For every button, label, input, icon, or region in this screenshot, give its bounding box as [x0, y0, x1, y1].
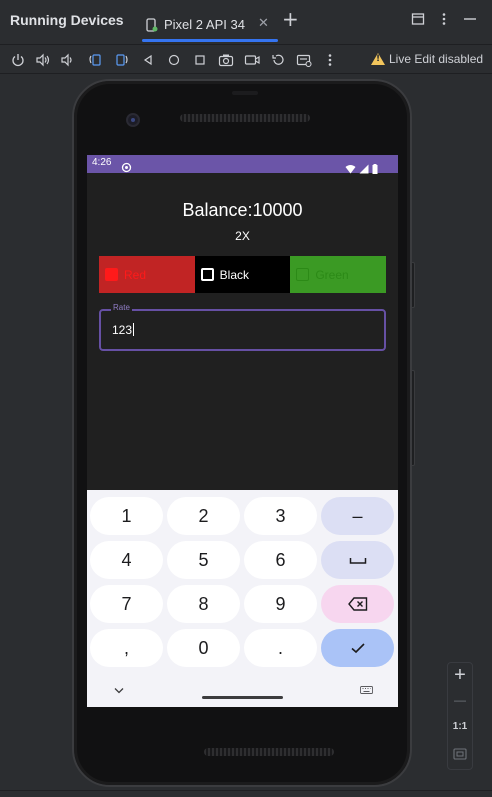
minimize-icon[interactable] — [462, 12, 478, 28]
black-checkbox-option[interactable]: Black — [194, 256, 291, 293]
zoom-actual-size-button[interactable]: 1:1 — [448, 721, 472, 732]
keyboard-switch-icon[interactable] — [358, 682, 374, 698]
zoom-in-button[interactable]: + — [448, 664, 472, 687]
cell-signal-icon — [359, 159, 369, 178]
key-minus[interactable]: – — [321, 497, 394, 535]
back-icon[interactable] — [138, 50, 158, 70]
status-time: 4:26 — [92, 157, 112, 168]
snapshot-icon[interactable] — [294, 50, 314, 70]
check-icon — [350, 643, 365, 654]
battery-icon — [372, 159, 378, 178]
text-cursor — [133, 323, 135, 336]
android-status-bar: 4:26 — [87, 155, 398, 174]
zoom-out-button[interactable]: — — [448, 693, 472, 707]
black-checkbox-icon[interactable] — [200, 268, 214, 281]
key-comma[interactable]: , — [90, 629, 163, 667]
sensor-slot — [232, 91, 258, 95]
zoom-controls: + — 1:1 — [447, 662, 473, 770]
layout-icon[interactable] — [410, 12, 426, 28]
gesture-home-pill[interactable] — [202, 696, 283, 699]
key-4[interactable]: 4 — [90, 541, 163, 579]
key-6[interactable]: 6 — [244, 541, 317, 579]
key-0[interactable]: 0 — [167, 629, 240, 667]
green-label: Green — [315, 267, 349, 282]
key-space[interactable] — [321, 541, 394, 579]
multiplier-text: 2X — [235, 229, 250, 243]
overview-icon[interactable] — [190, 50, 210, 70]
hide-keyboard-icon[interactable] — [111, 682, 127, 698]
options-menu-icon[interactable] — [436, 12, 452, 28]
bottom-speaker-grille — [204, 748, 334, 756]
tool-window-title: Running Devices — [10, 12, 124, 28]
device-icon — [144, 17, 158, 32]
numeric-keyboard: 1 2 3 – 4 5 6 7 8 9 , 0 . — [87, 490, 398, 707]
rate-input[interactable]: Rate 123 — [99, 303, 386, 351]
key-2[interactable]: 2 — [167, 497, 240, 535]
key-backspace[interactable] — [321, 585, 394, 623]
red-label: Red — [124, 267, 147, 282]
tab-close-icon[interactable]: ✕ — [258, 16, 269, 31]
home-icon[interactable] — [164, 50, 184, 70]
camera-icon[interactable] — [216, 50, 236, 70]
green-checkbox-icon[interactable] — [296, 268, 310, 281]
rate-value-wrap: 123 — [112, 323, 135, 337]
zoom-fit-icon[interactable] — [448, 747, 472, 765]
red-checkbox-option[interactable]: Red — [99, 256, 195, 293]
live-edit-label: Live Edit disabled — [389, 52, 484, 66]
front-camera — [126, 113, 140, 127]
rotate-right-icon[interactable] — [112, 50, 132, 70]
volume-up-icon[interactable] — [33, 50, 53, 70]
black-label: Black — [219, 267, 250, 282]
sync-icon — [121, 158, 132, 177]
tab-pixel-2-api-34[interactable]: Pixel 2 API 34 ✕ — [138, 6, 278, 42]
key-9[interactable]: 9 — [244, 585, 317, 623]
live-edit-status[interactable]: Live Edit disabled — [371, 52, 483, 66]
status-strip — [0, 790, 492, 797]
more-icon[interactable] — [320, 50, 340, 70]
device-screen[interactable]: 4:26 Balance:10000 2X Red Black Green Ra… — [87, 155, 398, 707]
key-1[interactable]: 1 — [90, 497, 163, 535]
volume-down-icon[interactable] — [58, 50, 78, 70]
key-8[interactable]: 8 — [167, 585, 240, 623]
key-done[interactable] — [321, 629, 394, 667]
device-toolbar: Live Edit disabled — [0, 44, 492, 74]
rate-value: 123 — [112, 323, 133, 337]
wifi-icon — [345, 159, 356, 178]
tab-active-indicator — [142, 39, 278, 42]
rotate-left-icon[interactable] — [85, 50, 105, 70]
tab-label: Pixel 2 API 34 — [164, 16, 245, 32]
rate-label: Rate — [111, 303, 132, 312]
balance-text: Balance:10000 — [182, 200, 303, 220]
warning-icon — [371, 53, 385, 65]
key-3[interactable]: 3 — [244, 497, 317, 535]
add-tab-button[interactable]: + — [282, 9, 299, 29]
red-checkbox-icon[interactable] — [105, 268, 118, 281]
power-icon[interactable] — [8, 50, 28, 70]
restore-icon[interactable] — [268, 50, 288, 70]
key-period[interactable]: . — [244, 629, 317, 667]
space-icon — [349, 558, 366, 564]
backspace-icon — [347, 597, 367, 611]
key-5[interactable]: 5 — [167, 541, 240, 579]
screen-record-icon[interactable] — [242, 50, 262, 70]
top-speaker-grille — [180, 114, 310, 122]
green-checkbox-option[interactable]: Green — [290, 256, 387, 293]
color-options: Red Black Green — [99, 256, 387, 293]
tool-window-header: Running Devices Pixel 2 API 34 ✕ + — [0, 0, 492, 42]
key-7[interactable]: 7 — [90, 585, 163, 623]
